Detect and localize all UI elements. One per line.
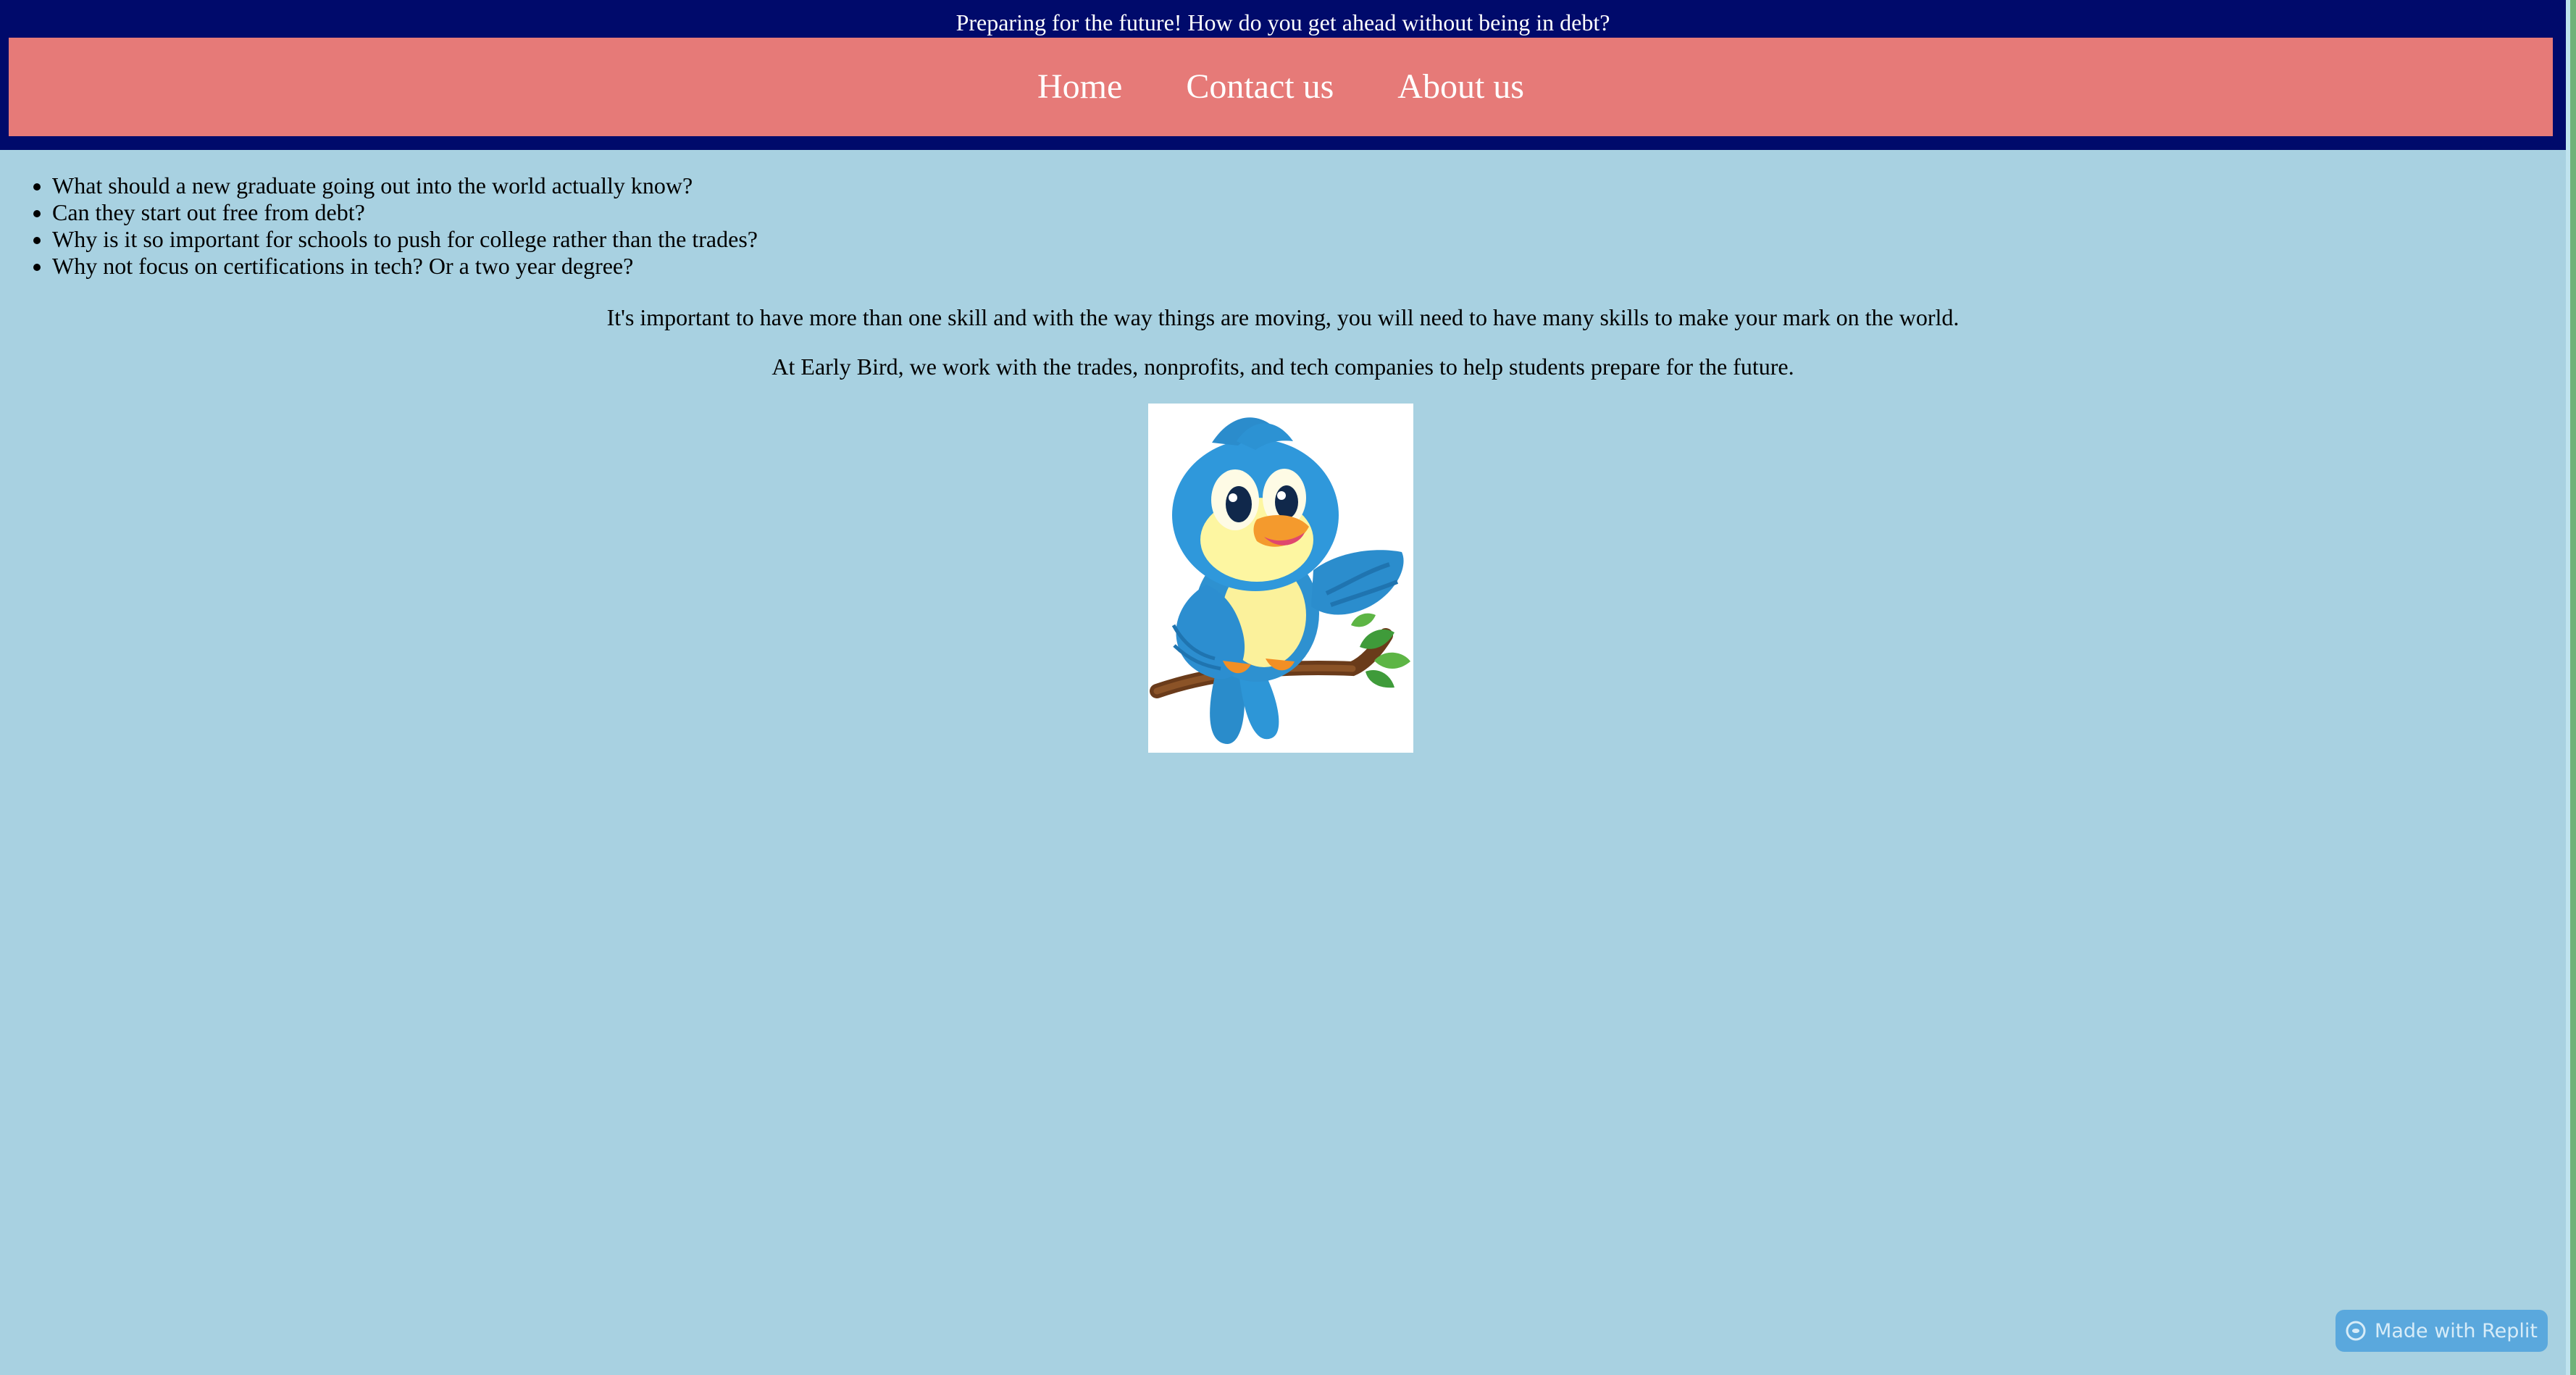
nav-links: Home Contact us About us — [9, 38, 2553, 136]
question-item: Can they start out free from debt? — [52, 199, 758, 226]
made-with-replit-badge[interactable]: Made with Replit — [2335, 1310, 2548, 1352]
question-item: Why is it so important for schools to pu… — [52, 226, 758, 253]
early-bird-paragraph: At Early Bird, we work with the trades, … — [771, 354, 1794, 380]
main-navigation: Home Contact us About us — [9, 38, 2553, 136]
replit-badge-label: Made with Replit — [2375, 1319, 2538, 1342]
question-item: What should a new graduate going out int… — [52, 172, 758, 199]
replit-icon — [2346, 1321, 2366, 1341]
questions-list: What should a new graduate going out int… — [0, 172, 758, 280]
question-item: Why not focus on certifications in tech?… — [52, 253, 758, 280]
blue-bird-on-branch-illustration — [1148, 404, 1413, 753]
page-edge-strip — [2570, 0, 2576, 1375]
bird-image — [1148, 404, 1413, 753]
nav-about-link[interactable]: About us — [1397, 67, 1524, 107]
nav-contact-link[interactable]: Contact us — [1186, 67, 1334, 107]
header-title: Preparing for the future! How do you get… — [955, 9, 1610, 35]
nav-home-link[interactable]: Home — [1037, 67, 1122, 107]
skills-paragraph: It's important to have more than one ski… — [606, 304, 1960, 330]
site-header: Preparing for the future! How do you get… — [0, 0, 2566, 150]
